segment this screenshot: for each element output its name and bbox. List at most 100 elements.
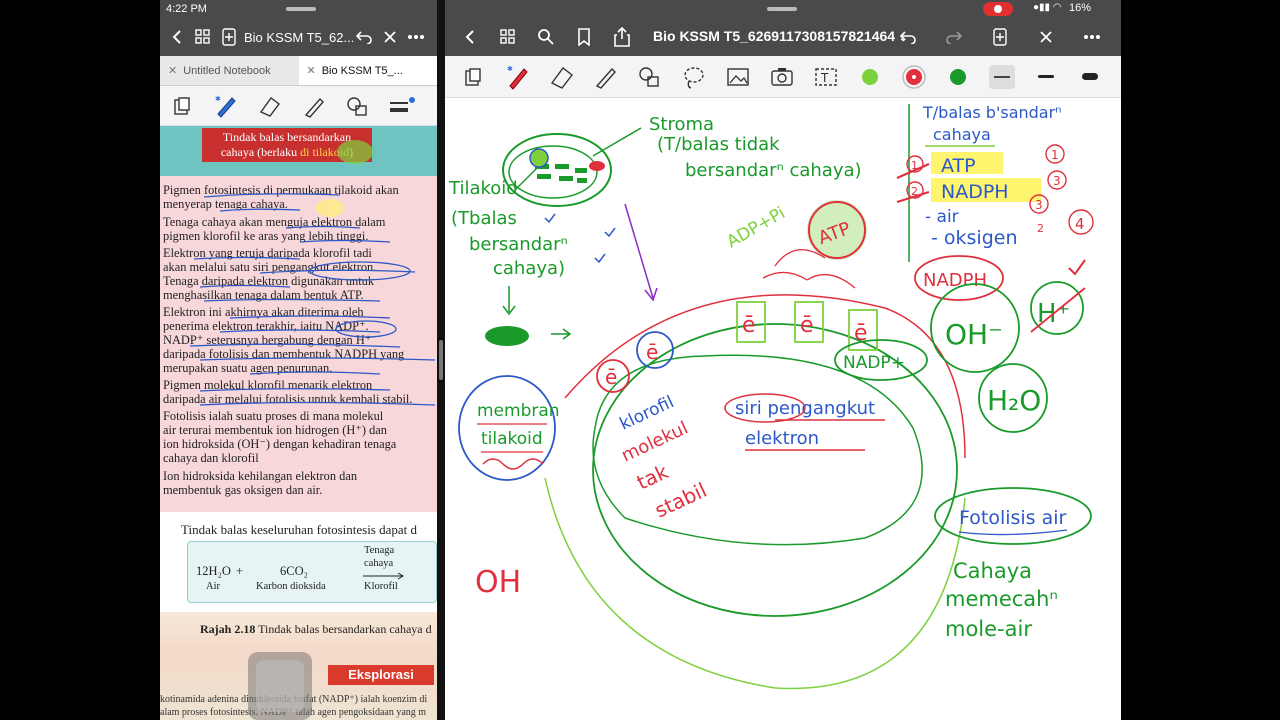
eksplorasi-badge: Eksplorasi [328,665,434,685]
undo-icon[interactable] [893,22,923,52]
bookmark-icon[interactable] [569,22,599,52]
eq-arrow-top2: cahaya [364,558,394,569]
label-nadp-plus: NADP+ [843,353,905,373]
color-swatch-darkgreen[interactable] [943,62,973,92]
shapes-icon[interactable] [344,92,372,120]
svg-text:T: T [820,71,829,85]
left-nav-bar: Bio KSSM T5_62... [160,18,437,56]
list-oksigen: - oksigen [931,227,1018,249]
label-cahaya-1: Cahaya [953,559,1032,583]
lasso-icon[interactable] [679,62,709,92]
eq-water-label: Air [206,581,220,592]
tab-close-icon[interactable]: ✕ [307,64,316,77]
granum-circled [529,148,549,168]
tab-bar: ✕ Untitled Notebook ✕ Bio KSSM T5_... [160,56,437,86]
multitask-handle[interactable] [286,7,316,11]
wave-mark [482,458,544,470]
text-box-icon[interactable]: T [811,62,841,92]
tab-label: Untitled Notebook [183,64,271,77]
stroke-medium[interactable] [1031,62,1061,92]
document-title[interactable]: Bio KSSM T5_62... [244,30,353,45]
add-page-icon[interactable] [985,22,1015,52]
blue-underline [958,529,1068,536]
label-elektron: elektron [745,428,819,449]
search-icon[interactable] [531,22,561,52]
right-black-margin [1121,0,1280,720]
stroke-thick[interactable] [1075,62,1105,92]
label-tilakoid-note-1: (Tbalas [451,208,517,229]
stroma-pointer [592,127,642,157]
divider-handle[interactable] [439,340,443,380]
eraser-icon[interactable] [547,62,577,92]
close-icon[interactable] [379,26,401,48]
camera-icon[interactable] [767,62,797,92]
tab-untitled-notebook[interactable]: ✕ Untitled Notebook [160,56,299,85]
share-icon[interactable] [607,22,637,52]
read-mode-icon[interactable] [168,92,196,120]
eq-water: 12H₂O [196,564,231,578]
floating-app-thumb [256,660,304,712]
eq-co2-label: Karbon dioksida [256,581,326,592]
stroke-thin[interactable] [987,62,1017,92]
tab-bio-kssm[interactable]: ✕ Bio KSSM T5_... [298,56,437,85]
right-tool-bar: ✱ T [445,56,1121,98]
eq-arrow-bottom: Klorofil [364,581,398,592]
num-1b: 1 [911,159,918,172]
undo-icon[interactable] [353,26,375,48]
pen-icon[interactable]: ✱ [503,62,533,92]
label-tilakoid-2: tilakoid [481,429,543,449]
summary-text: Tindak balas keseluruhan fotosintesis da… [181,522,418,537]
redo-icon[interactable] [939,22,969,52]
label-stroma: Stroma [649,114,714,135]
add-page-icon[interactable] [218,26,240,48]
num-2b: 2 [911,185,918,198]
grid-icon[interactable] [192,26,214,48]
right-arrow-icon [551,328,572,340]
num-3b: 3 [1035,198,1043,212]
label-tak: tak [633,459,672,494]
wifi-signal-icon: ●▮▮ ◠ [1033,2,1062,13]
tab-label: Bio KSSM T5_... [321,64,403,77]
more-icon[interactable] [1077,22,1107,52]
more-icon[interactable] [405,26,427,48]
outer-membrane-green [544,477,966,690]
stroke-width-icon[interactable] [388,92,416,120]
stroma-mark [589,161,605,171]
read-mode-icon[interactable] [459,62,489,92]
label-membran: membran [477,401,560,421]
label-h2o: H₂O [987,384,1041,417]
multitask-handle[interactable] [767,7,797,11]
floating-app-switcher[interactable] [248,652,312,720]
color-swatch-red[interactable] [899,62,929,92]
label-oh-plain: OH [475,565,521,600]
close-icon[interactable] [1031,22,1061,52]
num-4: 4 [1075,215,1085,233]
tilakoid-pointer [514,167,538,191]
back-chevron-icon[interactable] [455,22,485,52]
highlighter-icon[interactable] [591,62,621,92]
color-swatch-green[interactable] [855,62,885,92]
highlighter-icon[interactable] [300,92,328,120]
electron-3: ē [742,313,756,338]
purple-arrow-icon [624,203,658,302]
membran-circle [458,375,556,481]
document-title[interactable]: Bio KSSM T5_6269117308157821464 ⌄ [653,28,907,44]
document-title-text: Bio KSSM T5_6269117308157821464 [653,28,896,44]
split-view-divider[interactable] [437,0,445,720]
check-mark [1068,259,1086,276]
tilakoid-blob [485,326,529,346]
back-chevron-icon[interactable] [166,26,188,48]
tab-close-icon[interactable]: ✕ [168,64,177,77]
num-1: 1 [1051,148,1059,162]
list-title-2: cahaya [933,125,991,144]
handwritten-diagram: Stroma (T/balas tidak bersandarⁿ cahaya)… [448,103,1094,690]
screen-record-indicator-icon[interactable] [983,2,1013,16]
image-icon[interactable] [723,62,753,92]
right-nav-bar: Bio KSSM T5_6269117308157821464 ⌄ [445,18,1121,56]
note-canvas[interactable]: Stroma (T/balas tidak bersandarⁿ cahaya)… [445,98,1121,720]
shapes-icon[interactable] [635,62,665,92]
eraser-icon[interactable] [256,92,284,120]
pen-icon[interactable]: ✱ [212,92,240,120]
grid-icon[interactable] [493,22,523,52]
figure-caption-text: Tindak balas bersandarkan cahaya d [255,622,432,636]
